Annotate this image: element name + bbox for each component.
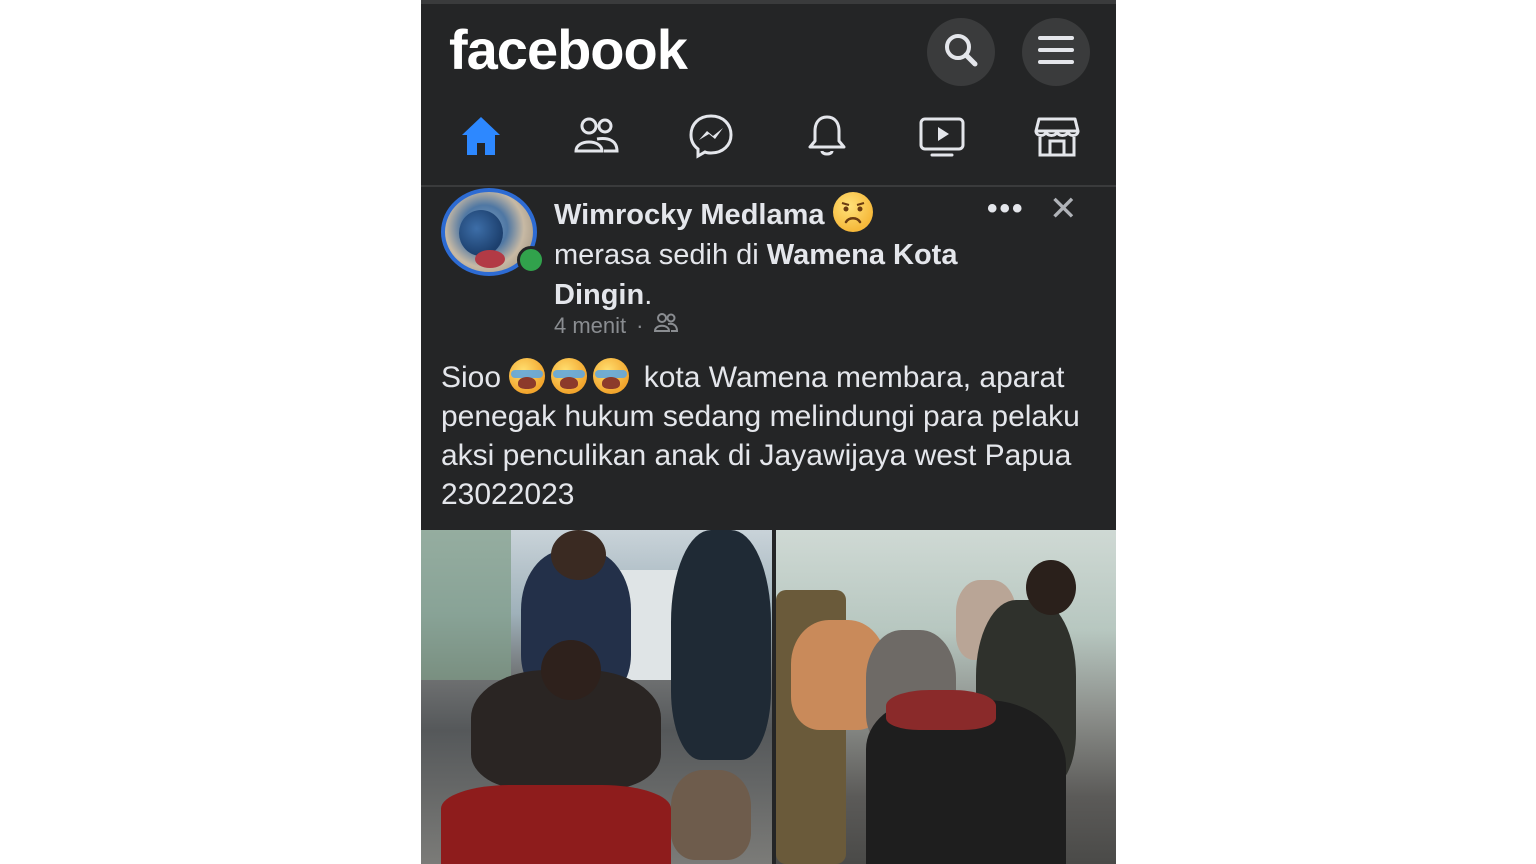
tab-messenger[interactable] xyxy=(681,113,741,163)
photo-person-head xyxy=(1026,560,1076,615)
bell-icon xyxy=(802,111,852,166)
more-options-button[interactable]: ••• xyxy=(987,194,1025,224)
photo-background-tree xyxy=(421,530,511,680)
home-icon xyxy=(456,111,506,166)
tab-marketplace[interactable] xyxy=(1027,113,1087,163)
tab-friends[interactable] xyxy=(566,113,626,163)
photo-person-right xyxy=(671,530,771,760)
friends-icon xyxy=(571,111,621,166)
post-time[interactable]: 4 menit xyxy=(554,313,626,339)
author-name[interactable]: Wimrocky Medlama xyxy=(554,199,825,231)
photo-blood-stain xyxy=(441,785,671,864)
avatar-image-detail xyxy=(475,250,505,268)
marketplace-icon xyxy=(1032,111,1082,166)
photo-feet xyxy=(671,770,751,860)
menu-icon xyxy=(1036,30,1076,75)
search-button[interactable] xyxy=(927,18,995,86)
menu-button[interactable] xyxy=(1022,18,1090,86)
photo-injured-head xyxy=(541,640,601,700)
post-meta: 4 menit · xyxy=(554,312,679,340)
post-text: Sioo kota Wamena membara, aparat penegak… xyxy=(441,358,1101,514)
meta-separator: · xyxy=(636,313,644,338)
post-header: Wimrocky Medlama merasa sedih di Wamena … xyxy=(421,188,1116,348)
crying-face-icon xyxy=(509,358,546,394)
search-icon xyxy=(941,30,981,75)
facebook-app: facebook Wimrocky Medlama merasa sedih d… xyxy=(421,0,1116,864)
photo-person-head xyxy=(551,530,606,580)
friends-audience-icon xyxy=(653,312,679,340)
tab-watch[interactable] xyxy=(912,113,972,163)
online-status-dot xyxy=(517,246,545,274)
tab-notifications[interactable] xyxy=(797,113,857,163)
post-author-line: Wimrocky Medlama merasa sedih di Wamena … xyxy=(554,192,994,315)
location-suffix: . xyxy=(644,279,653,311)
messenger-icon xyxy=(686,111,736,166)
facebook-logo[interactable]: facebook xyxy=(449,18,688,82)
photo-blood-stain xyxy=(886,690,996,730)
close-icon[interactable]: ✕ xyxy=(1049,192,1078,226)
crying-face-icon xyxy=(551,358,588,394)
crying-face-icon xyxy=(593,358,630,394)
tab-home[interactable] xyxy=(451,113,511,163)
video-icon xyxy=(917,111,967,166)
post-photo-right[interactable] xyxy=(776,530,1116,864)
post-photo-left[interactable] xyxy=(421,530,772,864)
avatar-image xyxy=(459,210,503,256)
top-bar: facebook xyxy=(421,0,1116,95)
sad-face-icon xyxy=(832,192,873,232)
feeling-text: merasa sedih di xyxy=(554,239,759,271)
nav-bar xyxy=(421,95,1116,187)
post-text-start: Sioo xyxy=(441,361,502,394)
